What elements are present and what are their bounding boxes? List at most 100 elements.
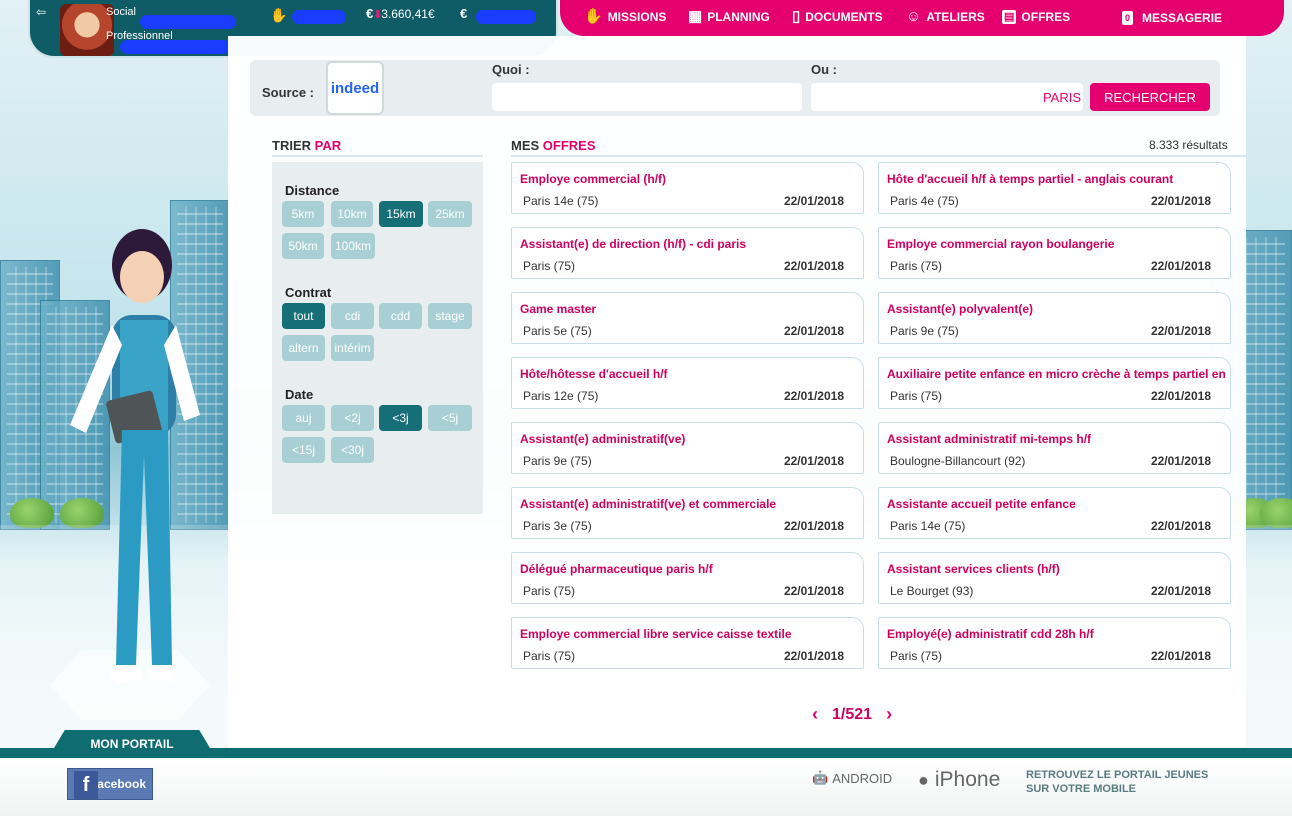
offer-title[interactable]: Game master [520,302,860,316]
date-chip-5j[interactable]: <5j [428,405,472,431]
date-chip-auj[interactable]: auj [282,405,325,431]
offers-title-b: OFFRES [542,138,596,153]
quoi-input[interactable] [492,83,802,111]
offer-date: 22/01/2018 [1150,194,1211,208]
offer-title[interactable]: Assistant(e) de direction (h/f) - cdi pa… [520,237,860,251]
offer-date: 22/01/2018 [1150,389,1211,403]
offer-date: 22/01/2018 [783,584,844,598]
offer-title[interactable]: Assistant administratif mi-temps h/f [887,432,1227,446]
offer-card[interactable]: Assistante accueil petite enfance Paris 1… [878,487,1231,539]
date-chip-3j[interactable]: <3j [379,405,422,431]
euro-icon: € [460,6,468,21]
nav-documents[interactable]: ▯ DOCUMENTS [792,9,883,24]
nav-documents-label: DOCUMENTS [805,10,883,24]
offer-card[interactable]: Délégué pharmaceutique paris h/f Paris (7… [511,552,864,604]
nav-offres[interactable]: ▤ OFFRES [1002,10,1070,24]
facebook-button[interactable]: f facebook [67,768,153,800]
distance-chip-100km[interactable]: 100km [331,233,375,259]
date-chip-15j[interactable]: <15j [282,437,325,463]
distance-chip-10km[interactable]: 10km [331,201,373,227]
indeed-logo[interactable]: indeed [326,61,384,115]
iphone-link[interactable]: ● iPhone [918,768,1000,792]
quoi-label: Quoi : [492,62,530,77]
offer-card[interactable]: Game master Paris 5e (75) 22/01/2018 [511,292,864,344]
date-chip-2j[interactable]: <2j [331,405,374,431]
offer-title[interactable]: Délégué pharmaceutique paris h/f [520,562,860,576]
iphone-label: iPhone [934,768,1001,791]
offer-card[interactable]: Assistant services clients (h/f) Le Bourg… [878,552,1231,604]
logout-icon[interactable]: ⇦ [36,6,50,18]
page-current: 1 [832,705,841,723]
offer-date: 22/01/2018 [783,389,844,403]
distance-chip-25km[interactable]: 25km [428,201,472,227]
search-button[interactable]: RECHERCHER [1090,83,1210,111]
nav-messagerie[interactable]: 0 MESSAGERIE [1122,10,1222,25]
nav-offres-label: OFFRES [1021,10,1071,24]
offer-title[interactable]: Assistant services clients (h/f) [887,562,1227,576]
nav-ateliers-label: ATELIERS [926,10,985,24]
offer-card[interactable]: Assistant administratif mi-temps h/f Boul… [878,422,1231,474]
offer-card[interactable]: Hôte/hôtesse d'accueil h/f Paris 12e (75)… [511,357,864,409]
nav-missions[interactable]: ✋ MISSIONS [584,9,666,24]
offer-card[interactable]: Auxiliaire petite enfance en micro crèch… [878,357,1231,409]
offer-title[interactable]: Employe commercial rayon boulangerie [887,237,1227,251]
android-link[interactable]: 🤖 ANDROID [812,770,892,786]
offer-date: 22/01/2018 [1150,519,1211,533]
offer-location: Paris 9e (75) [523,454,592,468]
distance-chip-50km[interactable]: 50km [282,233,324,259]
euro-icon: € [366,6,374,21]
balance: €⬇3.660,41€ [366,6,435,21]
mon-portail-tab[interactable]: MON PORTAIL [48,730,216,758]
offer-card[interactable]: Employe commercial libre service caisse … [511,617,864,669]
offer-location: Paris (75) [890,649,943,663]
balance-2-value [476,10,536,24]
offer-card[interactable]: Assistant(e) polyvalent(e) Paris 9e (75) 2… [878,292,1231,344]
offer-title[interactable]: Employe commercial (h/f) [520,172,860,186]
message-icon: 0 [1122,10,1137,25]
offer-card[interactable]: Assistant(e) administratif(ve) Paris 9e (… [511,422,864,474]
mobile-promo-line2: SUR VOTRE MOBILE [1026,783,1137,795]
offer-title[interactable]: Hôte d'accueil h/f à temps partiel - ang… [887,172,1227,186]
balance-2: € [460,6,467,21]
contrat-chip-stage[interactable]: stage [428,303,472,329]
offer-card[interactable]: Employé(e) administratif cdd 28h h/f Pari… [878,617,1231,669]
offer-card[interactable]: Assistant(e) administratif(ve) et commer… [511,487,864,539]
offer-title[interactable]: Employé(e) administratif cdd 28h h/f [887,627,1227,641]
nav-ateliers[interactable]: ☺ ATELIERS [906,9,985,24]
offer-title[interactable]: Assistant(e) administratif(ve) et commer… [520,497,860,511]
contrat-chip-tout[interactable]: tout [282,303,325,329]
offer-date: 22/01/2018 [1150,649,1211,663]
apple-icon: ● [918,769,929,790]
contrat-chip-cdd[interactable]: cdd [379,303,422,329]
contrat-chip-altern[interactable]: altern [282,335,325,361]
offer-card[interactable]: Employe commercial rayon boulangerie Pari… [878,227,1231,279]
offer-title[interactable]: Hôte/hôtesse d'accueil h/f [520,367,860,381]
distance-chip-5km[interactable]: 5km [282,201,324,227]
pagination: ‹ 1/521 › [812,704,892,725]
date-chip-30j[interactable]: <30j [331,437,374,463]
character-illustration [70,229,200,683]
ou-input[interactable]: PARIS [811,83,1083,111]
offer-title[interactable]: Auxiliaire petite enfance en micro crèch… [887,367,1227,381]
chevron-right-icon[interactable]: › [886,704,892,725]
offer-card[interactable]: Employe commercial (h/f) Paris 14e (75) 22… [511,162,864,214]
contrat-chip-interim[interactable]: intérim [331,335,374,361]
social-label: Social [106,6,136,18]
offer-card[interactable]: Hôte d'accueil h/f à temps partiel - ang… [878,162,1231,214]
nav-messagerie-label: MESSAGERIE [1142,10,1223,25]
chevron-left-icon[interactable]: ‹ [812,704,818,725]
offer-title[interactable]: Assistant(e) administratif(ve) [520,432,860,446]
distance-chip-15km[interactable]: 15km [379,201,423,227]
offer-card[interactable]: Assistant(e) de direction (h/f) - cdi pa… [511,227,864,279]
contrat-chip-cdi[interactable]: cdi [331,303,374,329]
nav-planning[interactable]: ▦ PLANNING [688,9,770,24]
offer-location: Paris (75) [890,389,943,403]
offer-title[interactable]: Assistante accueil petite enfance [887,497,1227,511]
offer-date: 22/01/2018 [1150,584,1211,598]
android-icon: 🤖 [812,770,829,785]
source-label: Source : [262,85,315,100]
mobile-promo-line1: RETROUVEZ LE PORTAIL JEUNES [1026,769,1209,781]
offer-title[interactable]: Assistant(e) polyvalent(e) [887,302,1227,316]
offer-title[interactable]: Employe commercial libre service caisse … [520,627,860,641]
mobile-promo: RETROUVEZ LE PORTAIL JEUNES SUR VOTRE MOB… [1026,768,1208,796]
